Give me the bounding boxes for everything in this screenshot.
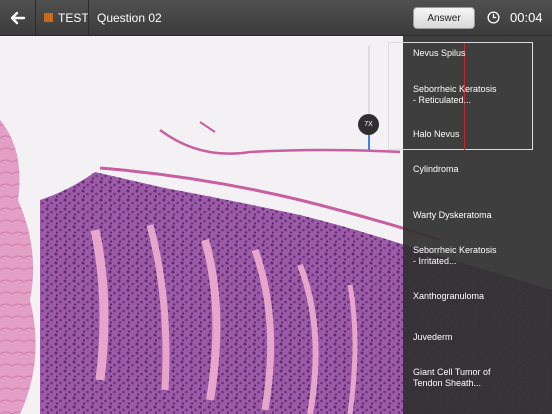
clock-icon	[487, 11, 500, 24]
answer-choice-label: Seborrheic Keratosis	[413, 84, 497, 94]
mode-color-swatch	[44, 13, 53, 22]
answer-choice[interactable]: Giant Cell Tumor of Tendon Sheath...	[413, 367, 547, 389]
answer-choice-label: Giant Cell Tumor of	[413, 367, 491, 377]
answer-choice[interactable]: Warty Dyskeratoma	[413, 210, 547, 221]
answer-choice[interactable]: Halo Nevus	[413, 129, 547, 140]
answer-choice[interactable]: Seborrheic Keratosis - Reticulated...	[413, 84, 547, 106]
answer-choice-label: - Irritated...	[413, 256, 457, 266]
answer-choice[interactable]: Cylindroma	[413, 164, 547, 175]
app-screen: TEST Question 02 Answer 00:04 7X Nevus S…	[0, 0, 552, 414]
arrow-left-icon[interactable]	[8, 8, 28, 28]
toolbar-divider	[35, 0, 36, 36]
answer-choice-label: - Reticulated...	[413, 95, 472, 105]
answer-choice-label: Juvederm	[413, 332, 453, 342]
answer-choice[interactable]: Seborrheic Keratosis - Irritated...	[413, 245, 547, 267]
answer-button[interactable]: Answer	[413, 7, 475, 29]
answer-choice[interactable]: Xanthogranuloma	[413, 291, 547, 302]
mode-label: TEST	[58, 11, 89, 25]
answer-choice-label: Xanthogranuloma	[413, 291, 485, 301]
top-toolbar: TEST Question 02 Answer 00:04	[0, 0, 552, 36]
question-label: Question 02	[97, 11, 162, 25]
answer-choice-label: Cylindroma	[413, 164, 459, 174]
answer-choice[interactable]: Juvederm	[413, 332, 547, 343]
zoom-slider-knob[interactable]: 7X	[358, 114, 379, 135]
answer-choice-label: Nevus Spilus	[413, 48, 466, 58]
timer-display: 00:04	[510, 10, 543, 25]
answer-choice-label: Halo Nevus	[413, 129, 460, 139]
answer-choice-label: Tendon Sheath...	[413, 378, 482, 388]
answer-choice[interactable]: Nevus Spilus	[413, 48, 547, 59]
answer-choice-label: Warty Dyskeratoma	[413, 210, 492, 220]
toolbar-divider	[88, 0, 89, 36]
answer-choice-label: Seborrheic Keratosis	[413, 245, 497, 255]
